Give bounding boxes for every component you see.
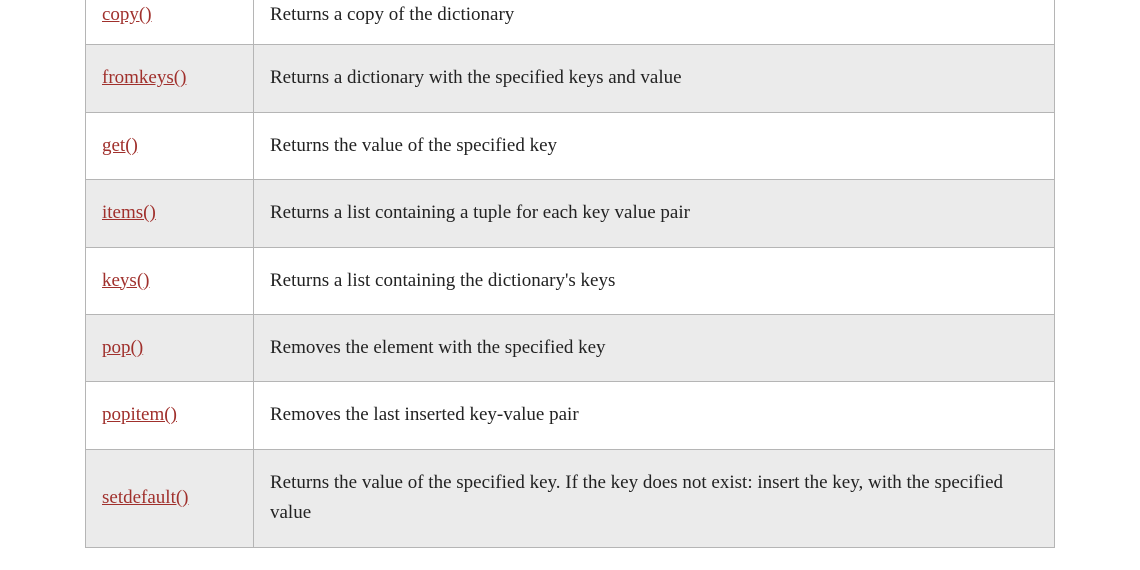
method-cell: pop() [86,314,254,381]
table-row: items() Returns a list containing a tupl… [86,180,1055,247]
method-cell: setdefault() [86,449,254,547]
description-cell: Returns the value of the specified key. … [254,449,1055,547]
method-link-setdefault[interactable]: setdefault() [102,487,189,508]
method-link-items[interactable]: items() [102,202,156,223]
description-cell: Removes the last inserted key-value pair [254,382,1055,449]
table-row: pop() Removes the element with the speci… [86,314,1055,381]
table-row: copy() Returns a copy of the dictionary [86,0,1055,45]
description-cell: Returns a list containing a tuple for ea… [254,180,1055,247]
method-link-keys[interactable]: keys() [102,270,149,291]
description-cell: Returns the value of the specified key [254,112,1055,179]
method-link-popitem[interactable]: popitem() [102,404,177,425]
method-cell: keys() [86,247,254,314]
method-cell: popitem() [86,382,254,449]
method-link-fromkeys[interactable]: fromkeys() [102,67,186,88]
method-cell: fromkeys() [86,45,254,112]
table-row: popitem() Removes the last inserted key-… [86,382,1055,449]
method-link-pop[interactable]: pop() [102,337,143,358]
method-link-copy[interactable]: copy() [102,4,152,25]
methods-table-container: copy() Returns a copy of the dictionary … [0,0,1140,548]
description-cell: Returns a list containing the dictionary… [254,247,1055,314]
description-cell: Returns a copy of the dictionary [254,0,1055,45]
table-row: fromkeys() Returns a dictionary with the… [86,45,1055,112]
method-link-get[interactable]: get() [102,135,138,156]
description-cell: Removes the element with the specified k… [254,314,1055,381]
table-row: get() Returns the value of the specified… [86,112,1055,179]
method-cell: copy() [86,0,254,45]
table-row: setdefault() Returns the value of the sp… [86,449,1055,547]
table-row: keys() Returns a list containing the dic… [86,247,1055,314]
description-cell: Returns a dictionary with the specified … [254,45,1055,112]
method-cell: items() [86,180,254,247]
method-cell: get() [86,112,254,179]
methods-table: copy() Returns a copy of the dictionary … [85,0,1055,548]
